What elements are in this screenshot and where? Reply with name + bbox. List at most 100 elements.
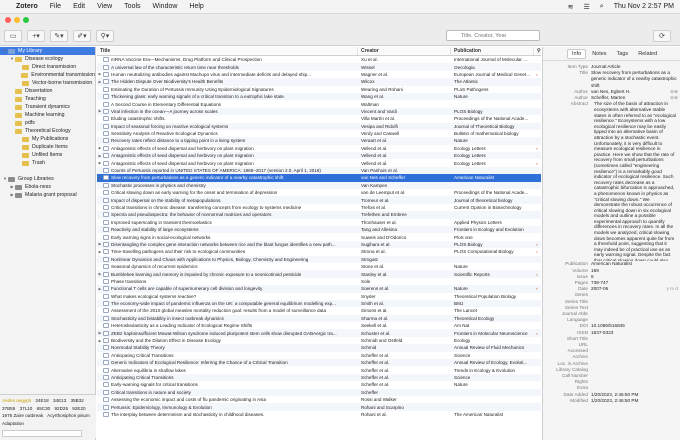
collection-item[interactable]: ▼ Group Libraries [0, 175, 95, 183]
tab-related[interactable]: Related [634, 50, 661, 58]
table-row[interactable]: Early warning signs in social-ecological… [97, 233, 541, 240]
menu-view[interactable]: View [97, 3, 112, 10]
table-row[interactable]: Spectra and pseudospectra: the behavior … [97, 211, 541, 219]
collection-item[interactable]: Theoretical Ecology [0, 127, 95, 135]
menu-app[interactable]: Zotero [16, 3, 38, 10]
table-row[interactable]: Improved superscaling in transient therm… [97, 219, 541, 226]
menu-edit[interactable]: Edit [73, 3, 85, 10]
new-note-button[interactable]: ✐▾ [73, 29, 91, 42]
collection-item[interactable]: Vector-borne transmission [0, 79, 95, 87]
tab-info[interactable]: Info [567, 48, 587, 59]
tab-notes[interactable]: Notes [588, 50, 610, 58]
table-row[interactable]: Counts of Pertussis reported in UNITED S… [97, 166, 541, 175]
column-publication[interactable]: Publication [451, 47, 534, 55]
tag-item[interactable]: 92D25 [54, 406, 68, 411]
collection-item[interactable]: ▶ Malaria grant proposal [0, 191, 95, 199]
field-value[interactable]: 1/20/2023, 2:46:50 PM [591, 398, 678, 404]
table-row[interactable]: ▶ Biodiversity and the Dilution Effect in… [97, 337, 541, 344]
table-row[interactable]: Assessing the economic impact and costs … [97, 396, 541, 403]
table-row[interactable]: ▶ Disentangling the complex gene interact… [97, 240, 541, 249]
collection-item[interactable]: My Publications [0, 135, 95, 143]
table-row[interactable]: Seasonal dynamics of recurrent epidemics… [97, 263, 541, 270]
minimize-window-icon[interactable] [14, 17, 20, 23]
table-row[interactable]: ▶ The Hidden Dispute Over Biodiversity's … [97, 78, 541, 86]
collection-item[interactable]: ▼ My Library [0, 47, 95, 55]
table-row[interactable]: Critical slowing down as early warning f… [97, 189, 541, 196]
tag-item[interactable]: 1976 Zaire outbreak [2, 413, 43, 418]
collection-item[interactable]: Environmental transmission [0, 71, 95, 79]
collection-item[interactable]: Machine learning [0, 111, 95, 119]
table-row[interactable]: Generic Indicators of Ecological Resilie… [97, 359, 541, 367]
table-row[interactable]: Estimating the Duration of Pertussis Imm… [97, 86, 541, 93]
table-row[interactable]: Anticipating Critical Transitions Scheffe… [97, 373, 541, 382]
collection-item[interactable]: Transient dynamics [0, 103, 95, 111]
table-row[interactable]: A Second Course in Elementary Differenti… [97, 100, 541, 107]
table-row[interactable]: ▶ Viral infection in the ocean—A journey … [97, 107, 541, 116]
table-row[interactable]: Nonlinear Dynamics and Chaos with Applic… [97, 255, 541, 263]
collection-item[interactable]: ▶ Ebola-ness [0, 183, 95, 191]
table-row[interactable]: Early-warning signals for critical trans… [97, 381, 541, 388]
column-attachments[interactable]: ⚲ [534, 47, 541, 55]
abstract-text[interactable]: The size of the basin of attraction in e… [543, 101, 680, 261]
table-row[interactable]: Impact of dispersal on the stability of … [97, 196, 541, 204]
collection-item[interactable]: Trash [0, 159, 95, 167]
table-row[interactable]: ▶ Antagonistic effects of seed dispersal … [97, 145, 541, 152]
table-row[interactable]: mRNA Vaccine Era—Mechanisms, Drug Platfo… [97, 56, 541, 63]
table-row[interactable]: Reactivity and stability of large ecosys… [97, 225, 541, 234]
table-row[interactable]: Assessment of the 2010 global measles mo… [97, 307, 541, 314]
table-row[interactable]: Critical transitions in chronic disease:… [97, 204, 541, 211]
field-value[interactable]: Slow recovery from perturbations as a ge… [591, 70, 678, 89]
tag-item[interactable]: Acyrthosiphon pisum [47, 413, 90, 418]
tag-item[interactable]: Adaptation [2, 421, 24, 426]
table-row[interactable]: Stochastic processes in physics and chem… [97, 181, 541, 190]
table-row[interactable]: Eluding catastrophic shifts. Villa Martín… [97, 115, 541, 122]
menu-help[interactable]: Help [189, 3, 203, 10]
table-row[interactable]: Impact of seasonal forcing on reactive e… [97, 122, 541, 130]
control-center-icon[interactable]: ☰ [583, 3, 589, 11]
clock[interactable]: Thu Nov 2 2:57 PM [614, 3, 674, 10]
collection-item[interactable]: ▼ Disease ecology [0, 55, 95, 63]
table-row[interactable]: Thickening glass: early warning signals … [97, 92, 541, 101]
table-row[interactable]: What makes ecological systems reactive? S… [97, 293, 541, 300]
table-row[interactable]: ▶ Slow recovery from perturbations as a g… [97, 174, 541, 182]
table-row[interactable]: Anticipating Critical Transitions Scheffe… [97, 352, 541, 359]
tag-item[interactable]: 34E13 [53, 398, 66, 403]
wifi-icon[interactable]: ≋ [568, 3, 574, 11]
collection-item[interactable]: Teaching [0, 95, 95, 103]
tag-item[interactable]: 37L10 [20, 406, 33, 411]
table-row[interactable]: Heteroskedasticity as a Leading Indicato… [97, 322, 541, 329]
table-row[interactable]: The interplay between determinism and st… [97, 411, 541, 418]
menu-file[interactable]: File [50, 3, 61, 10]
column-title[interactable]: Title [97, 47, 358, 55]
collection-item[interactable]: pdfs [0, 119, 95, 127]
search-input[interactable] [446, 30, 540, 41]
collection-item[interactable]: Duplicate Items [0, 143, 95, 151]
table-row[interactable]: ▶ Functional T cells are capable of super… [97, 285, 541, 293]
tag-item[interactable]: 92E20 [72, 406, 85, 411]
close-window-icon[interactable] [5, 17, 11, 23]
menu-window[interactable]: Window [153, 3, 178, 10]
new-collection-button[interactable]: ▭ [4, 29, 22, 42]
tag-item[interactable]: 35B32 [71, 398, 84, 403]
collection-item[interactable]: Dissertation [0, 87, 95, 95]
table-row[interactable]: Phase transitions Sole [97, 278, 541, 285]
tag-item[interactable]: 37B55 [2, 406, 15, 411]
tag-item[interactable]: Aedes aegypti [2, 398, 31, 403]
search-icon[interactable]: ⌕ [600, 3, 604, 11]
collection-item[interactable]: Unfiled Items [0, 151, 95, 159]
table-row[interactable]: Alternative equilibria in shallow lakes S… [97, 366, 541, 373]
table-row[interactable]: Nonmodal Stability Theory Schmid Annual Re… [97, 344, 541, 352]
collection-item[interactable]: Direct transmission [0, 63, 95, 71]
table-row[interactable]: Critical transitions in nature and socie… [97, 388, 541, 396]
zoom-window-icon[interactable] [23, 17, 29, 23]
column-creator[interactable]: Creator [358, 47, 451, 55]
table-row[interactable]: Recovery rates reflect distance to a tip… [97, 137, 541, 145]
attachment-button[interactable]: ⚲▾ [96, 29, 114, 42]
tag-item[interactable]: 65C30 [37, 406, 51, 411]
tag-filter-input[interactable] [2, 430, 82, 437]
table-row[interactable]: Pertussis: Epidemiology, Immunology & Ev… [97, 403, 541, 411]
table-row[interactable]: ▶ Time-travelling pathogens and their ris… [97, 248, 541, 255]
table-row[interactable]: A universal law of the characteristic re… [97, 63, 541, 71]
add-by-identifier-button[interactable]: ✎▾ [50, 29, 68, 42]
table-row[interactable]: Sensitivity Analysis of Reactive Ecologi… [97, 130, 541, 137]
